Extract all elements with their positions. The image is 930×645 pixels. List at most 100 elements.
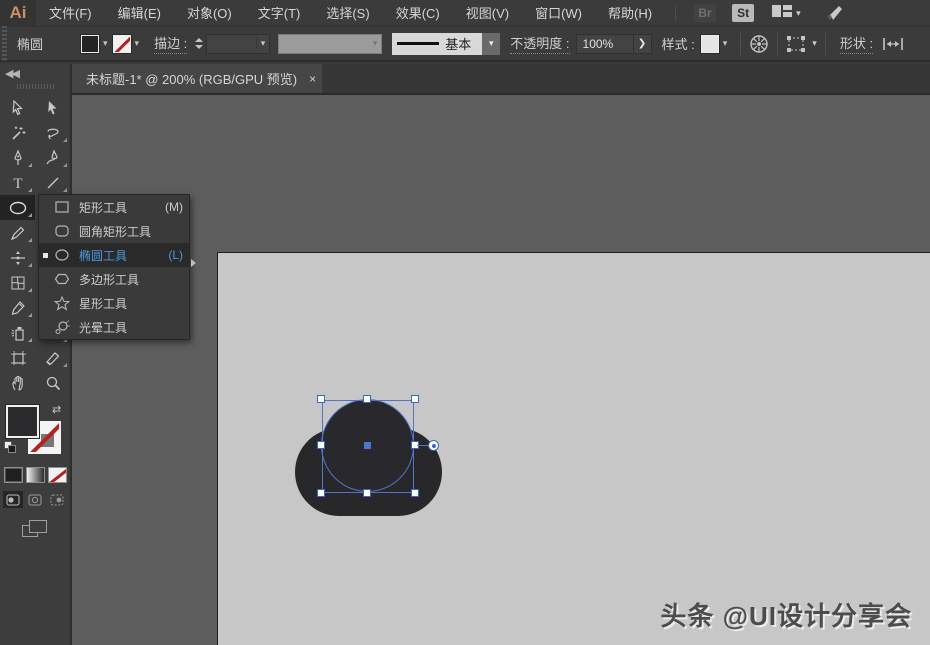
- style-label: 样式 :: [662, 34, 695, 53]
- type-tool[interactable]: T: [0, 170, 35, 195]
- flyout-item-polygon-tool[interactable]: 多边形工具: [39, 267, 189, 291]
- width-tool[interactable]: [0, 245, 35, 270]
- menubar-separator: [675, 5, 676, 21]
- shape-label[interactable]: 形状 :: [840, 33, 873, 54]
- opacity-label[interactable]: 不透明度 :: [510, 33, 569, 54]
- draw-behind-button[interactable]: [25, 491, 45, 508]
- handle-se[interactable]: [411, 489, 419, 497]
- stroke-weight-dropdown[interactable]: ▾: [206, 34, 270, 54]
- chevron-down-icon[interactable]: ▾: [99, 38, 113, 49]
- flyout-item-label: 星形工具: [79, 295, 183, 312]
- workspace-switcher[interactable]: ▾: [772, 4, 801, 23]
- opacity-value-field[interactable]: 100%: [576, 34, 634, 54]
- chevron-down-icon[interactable]: ▾: [719, 38, 733, 49]
- gradient-button[interactable]: [26, 467, 45, 483]
- lasso-tool[interactable]: [35, 120, 70, 145]
- close-tab-icon[interactable]: ×: [309, 72, 316, 86]
- document-tab[interactable]: 未标题-1* @ 200% (RGB/GPU 预览) ×: [72, 64, 322, 93]
- tearoff-arrow-icon[interactable]: [191, 259, 196, 267]
- menu-select[interactable]: 选择(S): [313, 0, 382, 27]
- mesh-tool[interactable]: [0, 270, 35, 295]
- chevron-down-icon[interactable]: ▾: [482, 33, 500, 55]
- hand-tool[interactable]: [0, 370, 35, 395]
- handle-nw[interactable]: [317, 395, 325, 403]
- color-button[interactable]: [4, 467, 23, 483]
- handle-n[interactable]: [363, 395, 371, 403]
- menu-window[interactable]: 窗口(W): [522, 0, 595, 27]
- flyout-item-rounded-rectangle-tool[interactable]: 圆角矩形工具: [39, 219, 189, 243]
- flyout-item-ellipse-tool[interactable]: 椭圆工具 (L): [39, 243, 189, 267]
- opacity-expand-button[interactable]: ❯: [634, 34, 652, 54]
- draw-normal-button[interactable]: [3, 491, 23, 508]
- handle-sw[interactable]: [317, 489, 325, 497]
- stroke-weight-stepper[interactable]: [195, 38, 203, 49]
- ellipse-tool-icon: [51, 248, 73, 262]
- handle-w[interactable]: [317, 441, 325, 449]
- width-profile-dropdown: ▾: [278, 34, 382, 54]
- stock-button[interactable]: St: [732, 4, 754, 22]
- menu-file[interactable]: 文件(F): [36, 0, 105, 27]
- magic-wand-tool[interactable]: [0, 120, 35, 145]
- pen-tool[interactable]: [0, 145, 35, 170]
- workspace-layout-icon: [772, 4, 792, 23]
- handle-s[interactable]: [363, 489, 371, 497]
- menu-view[interactable]: 视图(V): [453, 0, 522, 27]
- color-type-buttons: [0, 467, 70, 483]
- bridge-button[interactable]: Br: [694, 4, 716, 22]
- menu-bar: Ai 文件(F) 编辑(E) 对象(O) 文字(T) 选择(S) 效果(C) 视…: [0, 0, 930, 27]
- main-area: ◀◀ T: [0, 64, 930, 645]
- menu-edit[interactable]: 编辑(E): [105, 0, 174, 27]
- flyout-item-rectangle-tool[interactable]: 矩形工具 (M): [39, 195, 189, 219]
- flyout-item-label: 圆角矩形工具: [79, 223, 183, 240]
- flyout-item-star-tool[interactable]: 星形工具: [39, 291, 189, 315]
- pie-widget[interactable]: [428, 440, 439, 451]
- menu-object[interactable]: 对象(O): [174, 0, 245, 27]
- chevron-down-icon[interactable]: ▾: [812, 38, 817, 49]
- brush-definition-dropdown[interactable]: 基本: [392, 33, 482, 55]
- stroke-color-swatch[interactable]: [113, 35, 131, 53]
- graphic-style-swatch[interactable]: [701, 35, 719, 53]
- screen-mode-icon[interactable]: [22, 520, 48, 538]
- fill-swatch[interactable]: [6, 405, 39, 438]
- direct-selection-tool[interactable]: [35, 95, 70, 120]
- transform-panel-icon[interactable]: [786, 35, 808, 53]
- slice-tool[interactable]: [35, 345, 70, 370]
- curvature-tool[interactable]: [35, 145, 70, 170]
- recolor-artwork-icon[interactable]: [749, 34, 769, 54]
- control-bar-grip[interactable]: [0, 26, 9, 61]
- symbol-sprayer-tool[interactable]: [0, 320, 35, 345]
- line-segment-tool[interactable]: [35, 170, 70, 195]
- chevron-down-icon: ▾: [369, 38, 382, 49]
- shaper-tool[interactable]: [0, 220, 35, 245]
- canvas[interactable]: 头条 @UI设计分享会: [72, 95, 930, 645]
- illustrator-window: Ai 文件(F) 编辑(E) 对象(O) 文字(T) 选择(S) 效果(C) 视…: [0, 0, 930, 645]
- menu-type[interactable]: 文字(T): [245, 0, 314, 27]
- artboard-tool[interactable]: [0, 345, 35, 370]
- tools-panel-grip[interactable]: [17, 84, 55, 89]
- gpu-performance-icon[interactable]: [825, 4, 845, 22]
- swap-fill-stroke-icon[interactable]: ⇄: [52, 403, 61, 416]
- context-label: 椭圆: [17, 34, 75, 53]
- selected-ellipse-group: [321, 399, 415, 493]
- menu-help[interactable]: 帮助(H): [595, 0, 665, 27]
- fill-color-swatch[interactable]: [81, 35, 99, 53]
- handle-ne[interactable]: [411, 395, 419, 403]
- drawing-mode-buttons: [0, 491, 70, 508]
- chevron-down-icon: ▾: [796, 8, 801, 19]
- default-fill-stroke-icon[interactable]: [4, 441, 17, 454]
- stroke-weight-label[interactable]: 描边 :: [154, 33, 187, 54]
- menu-effect[interactable]: 效果(C): [383, 0, 453, 27]
- none-button[interactable]: [48, 467, 67, 483]
- chevron-down-icon[interactable]: ▾: [131, 38, 145, 49]
- ellipse-tool[interactable]: [0, 195, 35, 220]
- center-point[interactable]: [364, 442, 371, 449]
- shape-width-icon[interactable]: [883, 37, 903, 51]
- eyedropper-tool[interactable]: [0, 295, 35, 320]
- tools-panel-header: ◀◀: [0, 64, 70, 95]
- collapse-panel-icon[interactable]: ◀◀: [5, 67, 18, 80]
- selection-tool[interactable]: [0, 95, 35, 120]
- zoom-tool[interactable]: [35, 370, 70, 395]
- draw-inside-button[interactable]: [47, 491, 67, 508]
- fill-stroke-control: ⇄: [0, 403, 70, 461]
- flyout-item-flare-tool[interactable]: 光晕工具: [39, 315, 189, 339]
